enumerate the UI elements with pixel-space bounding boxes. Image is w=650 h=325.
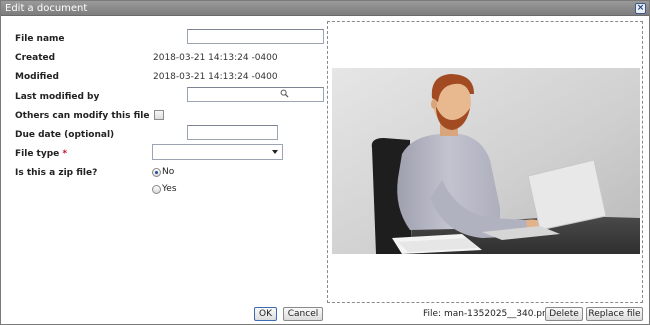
last-modified-by-input[interactable] bbox=[187, 87, 324, 102]
edit-document-dialog: Edit a document × File name Created 2018… bbox=[0, 0, 650, 325]
others-can-modify-label: Others can modify this file bbox=[15, 111, 150, 121]
last-modified-by-label: Last modified by bbox=[15, 92, 100, 102]
file-type-label-text: File type bbox=[15, 149, 60, 159]
file-name-label: File name bbox=[15, 34, 65, 44]
image-preview bbox=[327, 21, 643, 303]
zip-option-no-label: No bbox=[162, 167, 175, 177]
due-date-input[interactable] bbox=[187, 125, 278, 140]
modified-value: 2018-03-21 14:13:24 -0400 bbox=[153, 72, 278, 82]
delete-button[interactable]: Delete bbox=[545, 307, 583, 321]
dialog-title: Edit a document bbox=[5, 3, 88, 14]
ok-button[interactable]: OK bbox=[254, 307, 277, 321]
cancel-button[interactable]: Cancel bbox=[283, 307, 323, 321]
radio-no-icon[interactable] bbox=[152, 168, 161, 177]
file-name-input[interactable] bbox=[187, 29, 324, 44]
chevron-down-icon bbox=[272, 150, 278, 154]
dialog-titlebar[interactable]: Edit a document × bbox=[1, 1, 649, 16]
search-icon[interactable] bbox=[280, 89, 289, 98]
is-zip-label: Is this a zip file? bbox=[15, 168, 98, 178]
radio-yes-icon[interactable] bbox=[152, 185, 161, 194]
zip-option-no[interactable]: No bbox=[152, 167, 174, 178]
zip-option-yes[interactable]: Yes bbox=[152, 184, 177, 195]
created-value: 2018-03-21 14:13:24 -0400 bbox=[153, 53, 278, 63]
required-marker: * bbox=[62, 149, 68, 159]
replace-file-button[interactable]: Replace file bbox=[586, 307, 643, 321]
preview-image bbox=[332, 68, 640, 254]
file-info: File: man-1352025__340.png bbox=[423, 309, 554, 319]
created-label: Created bbox=[15, 53, 56, 63]
file-type-label: File type * bbox=[15, 149, 67, 160]
zip-option-yes-label: Yes bbox=[162, 184, 177, 194]
others-can-modify-checkbox[interactable] bbox=[154, 110, 164, 120]
modified-label: Modified bbox=[15, 72, 59, 82]
file-type-select[interactable] bbox=[152, 144, 283, 160]
close-icon[interactable]: × bbox=[635, 3, 646, 14]
due-date-label: Due date (optional) bbox=[15, 130, 115, 140]
